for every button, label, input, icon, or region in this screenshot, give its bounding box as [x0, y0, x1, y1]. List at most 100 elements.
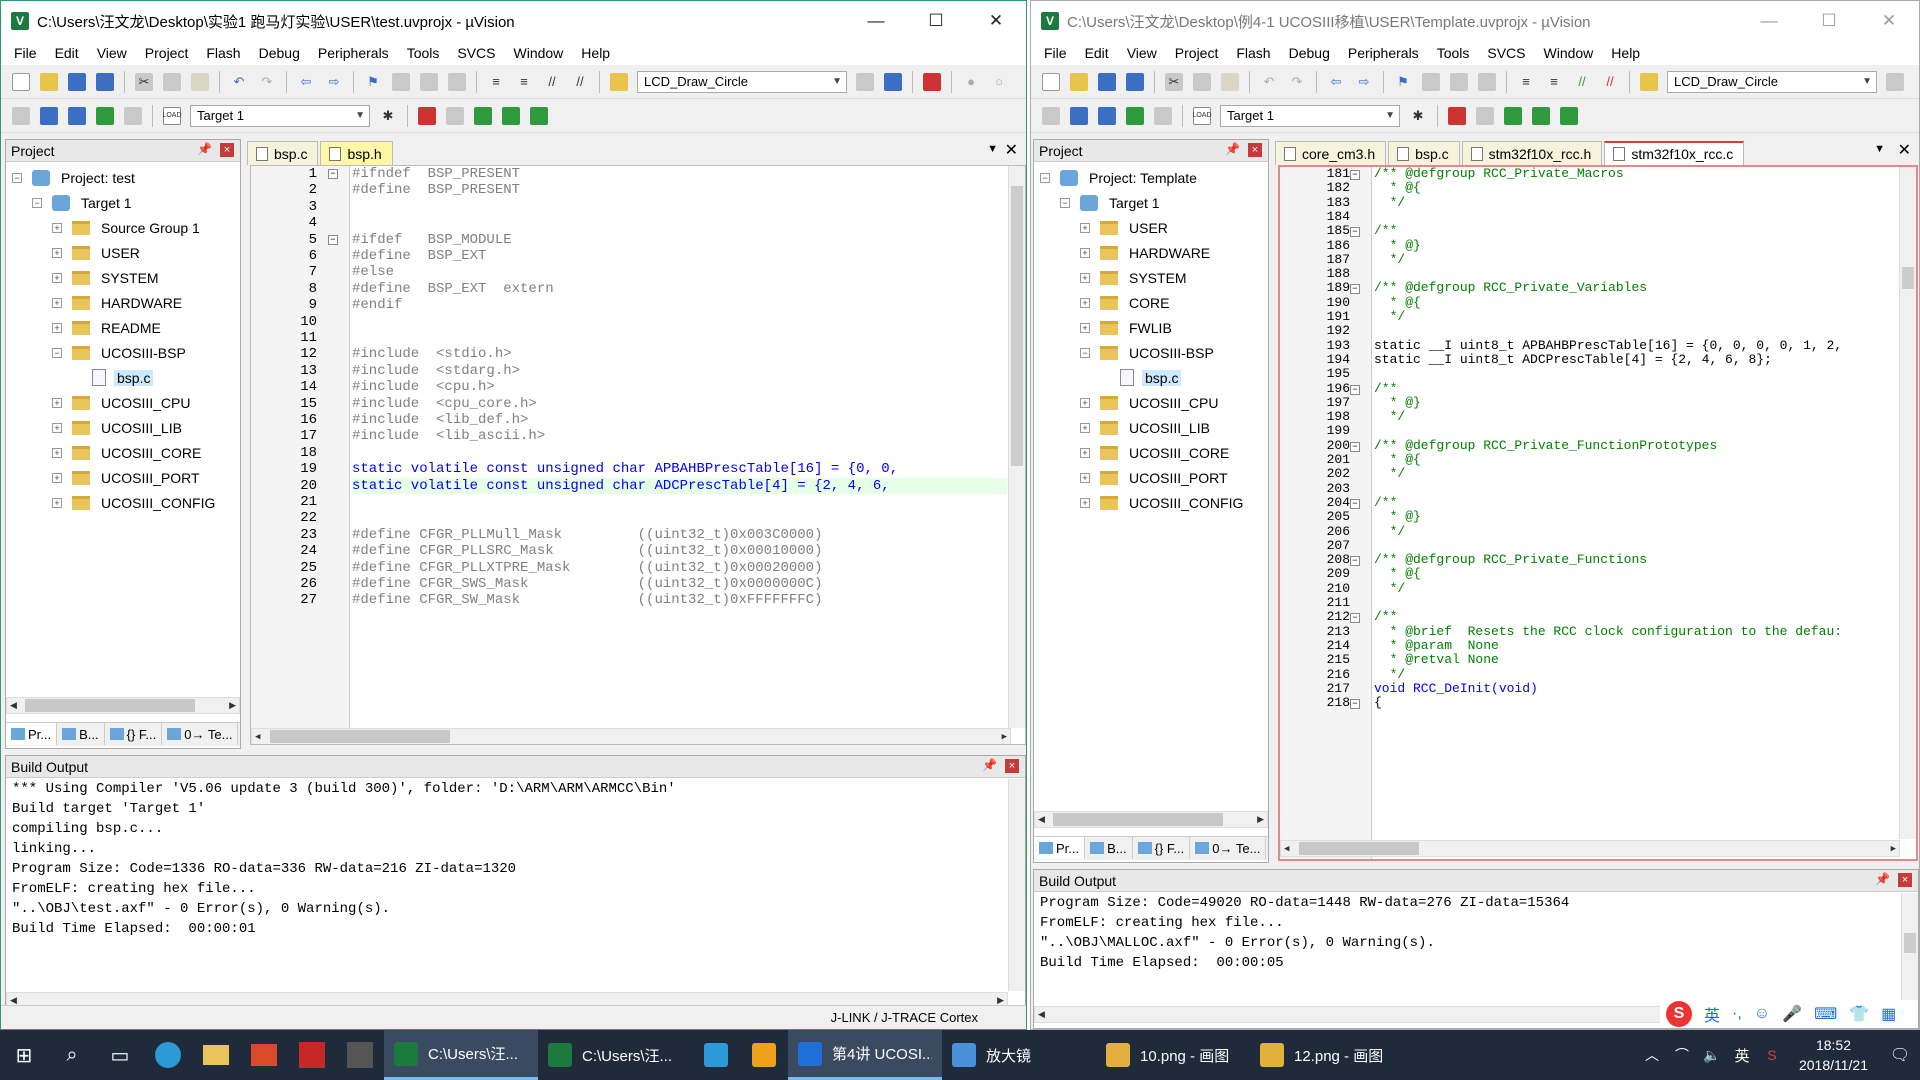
fold-toggle-icon[interactable]: −: [1350, 227, 1360, 238]
fold-toggle-icon[interactable]: −: [328, 169, 338, 179]
expand-icon[interactable]: +: [1080, 447, 1090, 458]
unindent-icon[interactable]: ≡: [515, 73, 533, 91]
manage-project-icon[interactable]: [418, 106, 436, 125]
editor-tab[interactable]: bsp.h: [320, 141, 393, 165]
toolbox-icon[interactable]: ▦: [1881, 1004, 1896, 1024]
close-icon[interactable]: ×: [1005, 759, 1019, 773]
nav-forward-icon[interactable]: ⇨: [1355, 73, 1373, 91]
menu-item-view[interactable]: View: [1118, 45, 1166, 61]
unindent-icon[interactable]: ≡: [1545, 73, 1563, 91]
scroll-thumb[interactable]: [1904, 933, 1916, 953]
expand-icon[interactable]: +: [52, 447, 62, 458]
open-file-icon[interactable]: [1070, 72, 1088, 91]
taskbar-app[interactable]: [692, 1030, 740, 1080]
menu-item-svcs[interactable]: SVCS: [1478, 45, 1534, 61]
clock[interactable]: 18:52 2018/11/21: [1787, 1035, 1880, 1075]
scroll-thumb[interactable]: [25, 699, 195, 712]
tree-item[interactable]: − UCOSIII-BSP: [6, 340, 240, 365]
nav-forward-icon[interactable]: ⇨: [325, 73, 343, 91]
title-bar[interactable]: V C:\Users\汪文龙\Desktop\实验1 跑马灯实验\USER\te…: [1, 1, 1026, 41]
menu-item-svcs[interactable]: SVCS: [448, 45, 504, 61]
emoji-icon[interactable]: ☺: [1754, 1005, 1770, 1023]
menu-item-help[interactable]: Help: [572, 45, 619, 61]
expand-icon[interactable]: +: [1080, 222, 1090, 233]
breakpoint-icon[interactable]: ●: [962, 73, 980, 91]
microphone-icon[interactable]: 🎤: [1782, 1004, 1802, 1024]
menu-item-view[interactable]: View: [88, 45, 136, 61]
redo-icon[interactable]: ↷: [1288, 73, 1306, 91]
tree-item[interactable]: + USER: [1034, 215, 1268, 240]
fold-toggle-icon[interactable]: −: [1350, 384, 1360, 395]
expand-icon[interactable]: +: [1080, 472, 1090, 483]
tree-item[interactable]: bsp.c: [1034, 365, 1268, 390]
fold-toggle-icon[interactable]: −: [1350, 441, 1360, 452]
expand-icon[interactable]: +: [52, 272, 62, 283]
bookmark-clear-icon[interactable]: [448, 72, 466, 91]
find-combo[interactable]: LCD_Draw_Circle ▼: [1667, 70, 1877, 93]
close-tab-icon[interactable]: ✕: [1005, 140, 1018, 160]
collapse-icon[interactable]: −: [1080, 347, 1090, 358]
expand-icon[interactable]: +: [52, 397, 62, 408]
title-bar[interactable]: V C:\Users\汪文龙\Desktop\例4-1 UCOSIII移植\US…: [1031, 1, 1919, 41]
cut-icon[interactable]: ✂: [1165, 72, 1183, 91]
save-all-icon[interactable]: [1126, 72, 1144, 91]
batch-build-icon[interactable]: [1126, 106, 1144, 125]
collapse-icon[interactable]: −: [32, 197, 42, 208]
close-icon[interactable]: ×: [220, 143, 234, 157]
translate-icon[interactable]: [12, 106, 30, 125]
tree-item[interactable]: + UCOSIII_PORT: [1034, 465, 1268, 490]
collapse-icon[interactable]: −: [52, 347, 62, 358]
panel-tab[interactable]: B...: [1085, 837, 1133, 859]
pin-icon[interactable]: 📌: [982, 758, 997, 772]
tree-item[interactable]: + UCOSIII_LIB: [6, 415, 240, 440]
taskbar-app[interactable]: 10.png - 画图: [1096, 1030, 1250, 1080]
close-tab-icon[interactable]: ✕: [1898, 140, 1911, 160]
sogou-tray-icon[interactable]: S: [1757, 1030, 1787, 1080]
build-icon[interactable]: [1070, 106, 1088, 125]
stop-build-icon[interactable]: [1154, 106, 1172, 125]
horizontal-scrollbar[interactable]: ◀▶: [1280, 840, 1900, 857]
copy-icon[interactable]: [1193, 72, 1211, 91]
save-icon[interactable]: [1098, 72, 1116, 91]
taskbar-app[interactable]: C:\Users\汪...: [538, 1030, 692, 1080]
expand-icon[interactable]: +: [1080, 272, 1090, 283]
keyboard-icon[interactable]: ⌨: [1814, 1004, 1837, 1024]
target-combo[interactable]: Target 1 ▼: [1220, 104, 1400, 127]
tray-language[interactable]: 英: [1727, 1030, 1757, 1080]
copy-icon[interactable]: [163, 72, 181, 91]
menu-item-edit[interactable]: Edit: [1076, 45, 1118, 61]
bookmark-next-icon[interactable]: [420, 72, 438, 91]
rebuild-icon[interactable]: [68, 106, 86, 125]
close-button[interactable]: ✕: [966, 1, 1026, 41]
pin-icon[interactable]: 📌: [197, 142, 212, 156]
expand-icon[interactable]: +: [52, 497, 62, 508]
editor-tab[interactable]: core_cm3.h: [1275, 141, 1387, 165]
fold-toggle-icon[interactable]: −: [1350, 498, 1360, 509]
tool-icon[interactable]: [336, 1030, 384, 1080]
scroll-left-icon[interactable]: ◀: [1284, 844, 1289, 854]
pack-installer-icon[interactable]: [502, 106, 520, 125]
select-packs-icon[interactable]: [446, 106, 464, 125]
taskbar-app[interactable]: 12.png - 画图: [1250, 1030, 1404, 1080]
undo-icon[interactable]: ↶: [1260, 73, 1278, 91]
editor-tab[interactable]: bsp.c: [1388, 141, 1460, 165]
nav-back-icon[interactable]: ⇦: [1327, 73, 1345, 91]
debug-session-icon[interactable]: [923, 72, 941, 91]
tree-item[interactable]: + SYSTEM: [6, 265, 240, 290]
tree-item[interactable]: + HARDWARE: [1034, 240, 1268, 265]
undo-icon[interactable]: ↶: [230, 73, 248, 91]
paste-icon[interactable]: [1221, 72, 1239, 91]
new-file-icon[interactable]: [12, 72, 30, 91]
taskbar-app[interactable]: [740, 1030, 788, 1080]
scroll-left-icon[interactable]: ◀: [10, 700, 17, 711]
uncomment-icon[interactable]: //: [1601, 73, 1619, 91]
minimize-button[interactable]: —: [1739, 1, 1799, 41]
horizontal-scrollbar[interactable]: ◀▶: [6, 697, 240, 714]
bookmark-icon[interactable]: ⚑: [1394, 73, 1412, 91]
start-button[interactable]: ⊞: [0, 1030, 48, 1080]
skin-icon[interactable]: 👕: [1849, 1004, 1869, 1024]
tab-list-chevron-icon[interactable]: ▼: [1874, 143, 1885, 155]
maximize-button[interactable]: ☐: [906, 1, 966, 41]
panel-tab[interactable]: B...: [57, 723, 105, 745]
tab-list-chevron-icon[interactable]: ▼: [987, 143, 998, 155]
